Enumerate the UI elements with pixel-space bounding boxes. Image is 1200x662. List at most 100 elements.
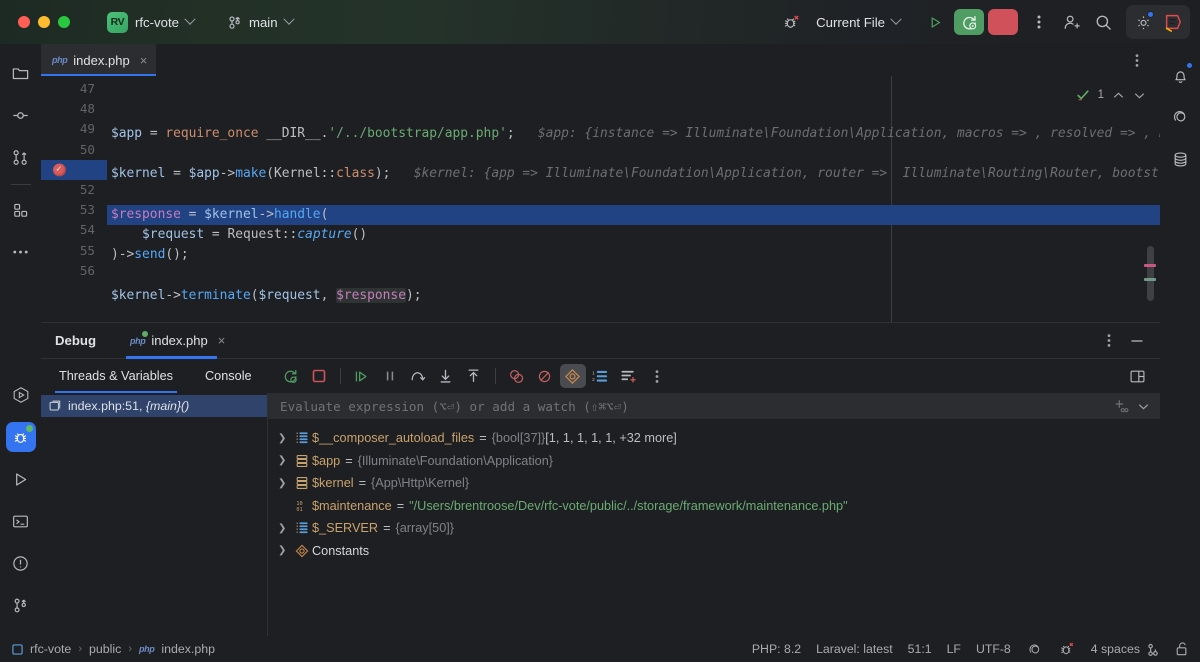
gutter-line-47[interactable]: 47: [41, 79, 107, 99]
branch-selector[interactable]: main: [222, 12, 299, 33]
stop-button[interactable]: [988, 9, 1018, 35]
breadcrumb-item-project[interactable]: rfc-vote: [30, 642, 71, 656]
code-line-51[interactable]: $response = $kernel->handle(: [107, 205, 1160, 225]
gear-icon[interactable]: [1128, 7, 1158, 37]
sidebar-item-ai-chat[interactable]: [1165, 102, 1195, 132]
project-selector[interactable]: RV rfc-vote: [103, 9, 200, 36]
gutter-line-55[interactable]: 55: [41, 241, 107, 261]
status-debug-bug-error-icon[interactable]: [1058, 640, 1076, 658]
close-icon[interactable]: ×: [218, 333, 226, 348]
previous-problem-icon[interactable]: [1112, 89, 1125, 102]
code-line-50[interactable]: [107, 185, 1160, 205]
mute-breakpoints-button[interactable]: [532, 364, 558, 388]
step-over-button[interactable]: [405, 364, 431, 388]
gutter-line-54[interactable]: 54: [41, 220, 107, 240]
debug-session-tab[interactable]: php index.php ×: [124, 323, 231, 359]
stack-frame-row[interactable]: index.php:51, {main}(): [41, 395, 267, 417]
editor-code-area[interactable]: $app = require_once __DIR__.'/../bootstr…: [107, 76, 1160, 322]
gutter-line-49[interactable]: 49: [41, 119, 107, 139]
ai-assistant-icon[interactable]: [1158, 7, 1188, 37]
sidebar-item-run[interactable]: [6, 464, 36, 494]
evaluate-expression-bar[interactable]: Evaluate expression (⌥⏎) or add a watch …: [268, 393, 1160, 419]
status-indent[interactable]: 4 spaces: [1091, 642, 1160, 657]
stop-button[interactable]: [306, 364, 332, 388]
sidebar-item-version-control[interactable]: [6, 590, 36, 620]
code-line-56[interactable]: [107, 306, 1160, 322]
sidebar-item-problems[interactable]: [6, 548, 36, 578]
minimize-window-button[interactable]: [38, 16, 50, 28]
status-file-encoding[interactable]: UTF-8: [976, 642, 1011, 656]
maximize-window-button[interactable]: [58, 16, 70, 28]
sidebar-item-pull-requests[interactable]: [6, 142, 36, 172]
sidebar-item-commit[interactable]: [6, 100, 36, 130]
run-configuration-selector[interactable]: Current File: [808, 11, 908, 34]
step-into-button[interactable]: [433, 364, 459, 388]
debug-more-options-button[interactable]: [644, 364, 670, 388]
status-ai-spiral-icon[interactable]: [1026, 641, 1043, 658]
gutter-line-56[interactable]: 56: [41, 261, 107, 281]
variable-row[interactable]: ❯$__composer_autoload_files={bool[37]} […: [268, 427, 1160, 450]
code-line-49[interactable]: $kernel = $app->make(Kernel::class); $ke…: [107, 164, 1160, 184]
debug-settings-button[interactable]: [560, 364, 586, 388]
step-out-button[interactable]: [461, 364, 487, 388]
close-window-button[interactable]: [18, 16, 30, 28]
view-breakpoints-button[interactable]: [504, 364, 530, 388]
code-line-47[interactable]: $app = require_once __DIR__.'/../bootstr…: [107, 124, 1160, 144]
gutter-line-51[interactable]: [41, 160, 107, 180]
debug-restart-button[interactable]: [954, 9, 984, 35]
code-line-52[interactable]: $request = Request::capture(): [107, 225, 1160, 245]
variable-row[interactable]: ❯Constants: [268, 540, 1160, 563]
status-line-separator[interactable]: LF: [947, 642, 961, 656]
add-user-icon[interactable]: [1056, 7, 1086, 37]
debug-error-status-button[interactable]: [776, 7, 806, 37]
breadcrumb-item-file[interactable]: index.php: [161, 642, 215, 656]
variable-row[interactable]: ❯$app={Illuminate\Foundation\Application…: [268, 450, 1160, 473]
debug-panel-options-button[interactable]: [1096, 329, 1122, 353]
sidebar-item-plugins[interactable]: [6, 195, 36, 225]
status-caret-position[interactable]: 51:1: [908, 642, 932, 656]
window-controls[interactable]: [0, 16, 70, 28]
sidebar-item-terminal[interactable]: [6, 506, 36, 536]
code-line-55[interactable]: $kernel->terminate($request, $response);: [107, 286, 1160, 306]
run-button[interactable]: [920, 9, 950, 35]
editor-scrollbar[interactable]: [1146, 246, 1156, 301]
layout-settings-button[interactable]: [1124, 364, 1150, 388]
code-line-54[interactable]: [107, 265, 1160, 285]
inspection-widget[interactable]: 1: [1076, 88, 1146, 102]
code-editor[interactable]: 474849505253545556 $app = require_once _…: [41, 76, 1160, 322]
variables-tree[interactable]: ❯$__composer_autoload_files={bool[37]} […: [268, 419, 1160, 636]
chevron-right-icon[interactable]: ❯: [278, 433, 292, 444]
frames-panel[interactable]: index.php:51, {main}(): [41, 393, 268, 636]
chevron-right-icon[interactable]: ❯: [278, 478, 292, 489]
scrollbar-thumb[interactable]: [1147, 246, 1154, 301]
sidebar-item-project[interactable]: [6, 58, 36, 88]
chevron-down-icon[interactable]: [1137, 400, 1150, 413]
sort-variables-button[interactable]: 1 2: [588, 364, 614, 388]
evaluate-expression-input[interactable]: Evaluate expression (⌥⏎) or add a watch …: [280, 399, 1105, 414]
sidebar-item-run-anything[interactable]: [6, 380, 36, 410]
breakpoint-icon[interactable]: [53, 163, 66, 176]
status-php-version[interactable]: PHP: 8.2: [752, 642, 801, 656]
editor-more-options-button[interactable]: [1124, 48, 1150, 72]
chevron-right-icon[interactable]: ❯: [278, 545, 292, 556]
breadcrumb-item-folder[interactable]: public: [89, 642, 121, 656]
variable-row[interactable]: ❯$kernel={App\Http\Kernel}: [268, 472, 1160, 495]
tab-console[interactable]: Console: [201, 359, 256, 393]
editor-tab-index-php[interactable]: php index.php ×: [41, 44, 156, 76]
status-read-only-toggle[interactable]: [1175, 641, 1190, 657]
variable-row[interactable]: 1001$maintenance="/Users/brentroose/Dev/…: [268, 495, 1160, 518]
add-watch-button[interactable]: [616, 364, 642, 388]
status-laravel-version[interactable]: Laravel: latest: [816, 642, 893, 656]
gutter-line-53[interactable]: 53: [41, 200, 107, 220]
add-watch-plus-icon[interactable]: [1113, 399, 1129, 413]
chevron-right-icon[interactable]: ❯: [278, 455, 292, 466]
chevron-right-icon[interactable]: ❯: [278, 523, 292, 534]
resume-program-button[interactable]: [349, 364, 375, 388]
code-line-53[interactable]: )->send();: [107, 245, 1160, 265]
sidebar-item-debug[interactable]: [6, 422, 36, 452]
editor-gutter[interactable]: 474849505253545556: [41, 76, 107, 322]
gutter-line-48[interactable]: 48: [41, 99, 107, 119]
sidebar-item-database[interactable]: [1165, 144, 1195, 174]
pause-program-button[interactable]: [377, 364, 403, 388]
search-icon[interactable]: [1088, 7, 1118, 37]
